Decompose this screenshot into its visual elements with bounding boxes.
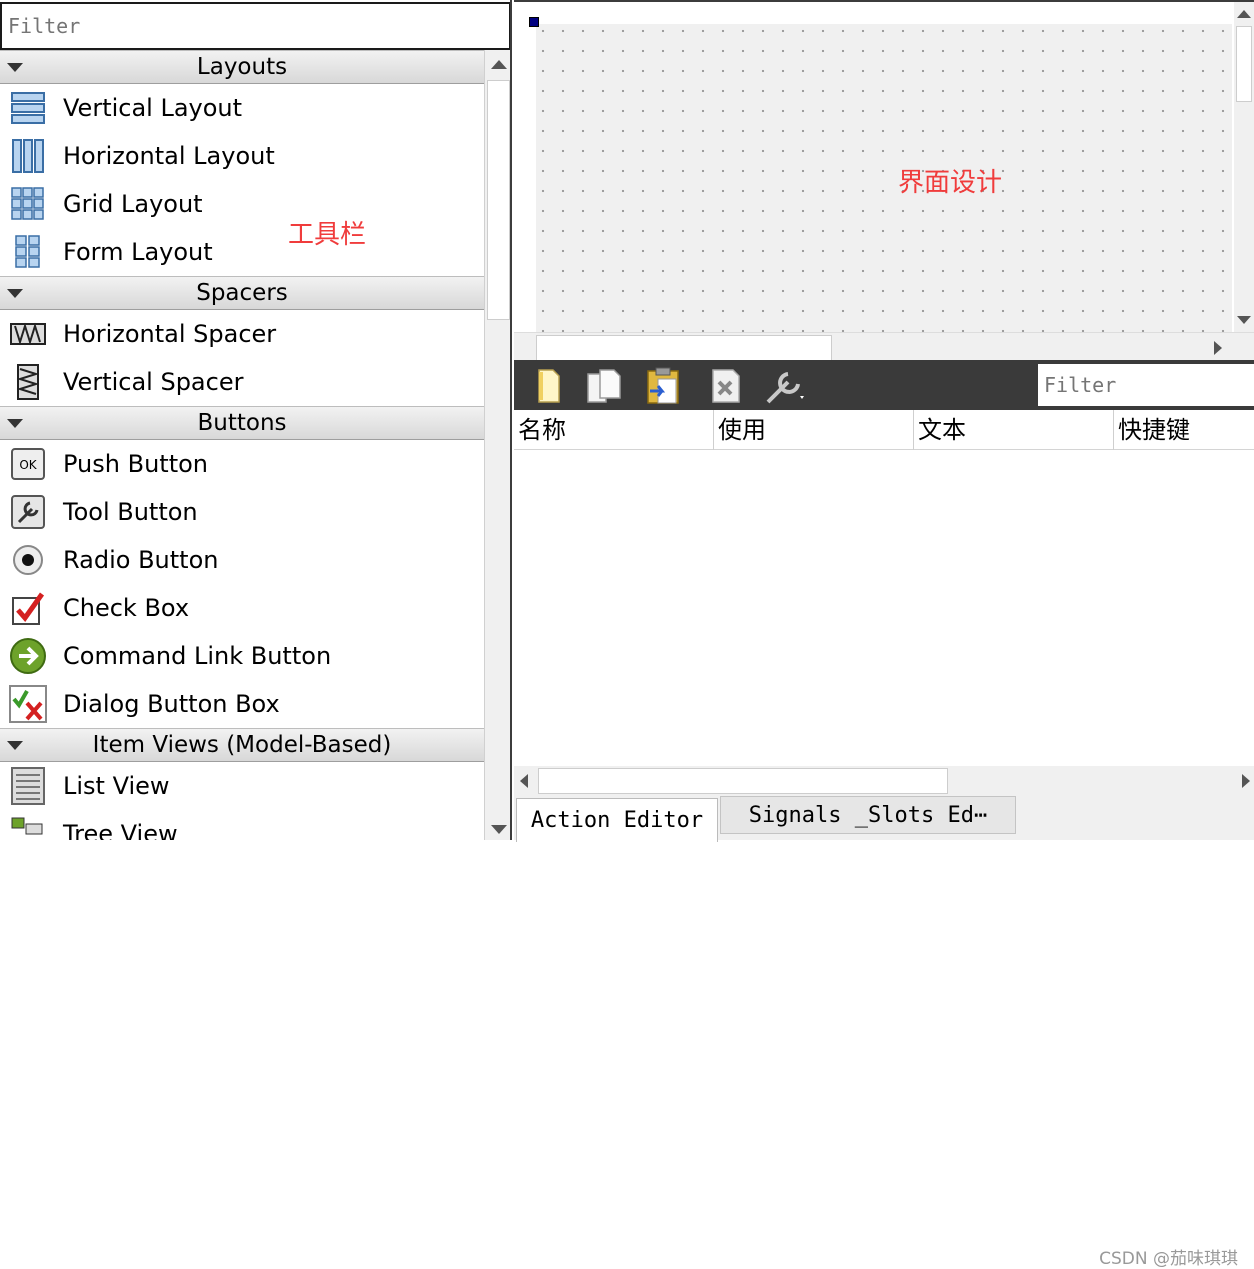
widget-command-link-button[interactable]: Command Link Button (0, 632, 484, 680)
scroll-right-arrow-icon[interactable] (1214, 341, 1222, 355)
scroll-down-arrow-icon[interactable] (1237, 316, 1251, 324)
tab-signals-slots-editor[interactable]: Signals _Slots Ed⋯ (720, 796, 1016, 834)
scroll-up-arrow-icon[interactable] (1237, 10, 1251, 18)
widget-tool-button[interactable]: Tool Button (0, 488, 484, 536)
collapse-arrow-icon[interactable] (7, 741, 23, 750)
scroll-right-arrow-icon[interactable] (1242, 774, 1250, 788)
widget-box: Layouts Vertical Layout Horizontal Layou… (0, 0, 512, 840)
category-item-views[interactable]: Item Views (Model-Based) (0, 728, 484, 762)
widget-vertical-spacer[interactable]: Vertical Spacer (0, 358, 484, 406)
push-button-icon: OK (9, 445, 47, 483)
column-header-shortcut[interactable]: 快捷键 (1114, 410, 1254, 450)
widget-label: Grid Layout (63, 190, 203, 218)
paste-action-icon[interactable] (644, 366, 684, 406)
scrollbar-thumb[interactable] (1236, 26, 1252, 102)
vertical-layout-icon (9, 89, 47, 127)
scrollbar-thumb[interactable] (536, 335, 832, 361)
category-title: Layouts (196, 54, 288, 80)
widget-label: Horizontal Spacer (63, 320, 277, 348)
vertical-spacer-icon (9, 363, 47, 401)
dialog-button-box-icon (9, 685, 47, 723)
widget-label: Command Link Button (63, 642, 332, 670)
category-layouts[interactable]: Layouts (0, 50, 484, 84)
widget-check-box[interactable]: Check Box (0, 584, 484, 632)
widget-dialog-button-box[interactable]: Dialog Button Box (0, 680, 484, 728)
category-title: Spacers (196, 280, 288, 306)
widget-grid-layout[interactable]: Grid Layout (0, 180, 484, 228)
column-header-used[interactable]: 使用 (714, 410, 914, 450)
category-spacers[interactable]: Spacers (0, 276, 484, 310)
column-header-name[interactable]: 名称 (514, 410, 714, 450)
form-canvas[interactable] (536, 24, 1232, 332)
action-table-header: 名称 使用 文本 快捷键 (514, 410, 1254, 450)
widget-tree-view[interactable]: Tree View (0, 810, 484, 840)
arrow-right-circle-icon (9, 637, 47, 675)
scrollbar-thumb[interactable] (538, 768, 948, 794)
widget-label: Check Box (63, 594, 190, 622)
bottom-tab-bar: Action Editor Signals _Slots Ed⋯ CSDN @茄… (514, 796, 1254, 1269)
form-layout-icon (9, 233, 47, 271)
scroll-down-arrow-icon[interactable] (491, 825, 507, 834)
tool-button-icon (9, 493, 47, 531)
radio-button-icon (9, 541, 47, 579)
selection-handle[interactable] (529, 17, 539, 27)
copy-action-icon[interactable] (584, 366, 624, 406)
watermark: CSDN @茄味琪琪 (1099, 1249, 1238, 1269)
widget-label: Form Layout (63, 238, 213, 266)
svg-text:OK: OK (19, 458, 37, 472)
column-header-text[interactable]: 文本 (914, 410, 1114, 450)
widget-form-layout[interactable]: Form Layout (0, 228, 484, 276)
widget-label: Tool Button (63, 498, 198, 526)
widget-label: Dialog Button Box (63, 690, 280, 718)
action-table-horizontal-scrollbar[interactable] (514, 766, 1254, 796)
collapse-arrow-icon[interactable] (7, 419, 23, 428)
category-title: Buttons (197, 410, 287, 436)
widget-filter-field[interactable] (0, 2, 510, 50)
toolbar-annotation: 工具栏 (288, 220, 367, 250)
design-horizontal-scrollbar[interactable] (514, 332, 1254, 362)
tree-view-icon (9, 815, 47, 840)
configure-wrench-icon[interactable] (764, 366, 804, 406)
tab-action-editor[interactable]: Action Editor (516, 798, 718, 842)
widget-box-scrollbar[interactable] (484, 50, 510, 840)
category-buttons[interactable]: Buttons (0, 406, 484, 440)
scrollbar-thumb[interactable] (487, 80, 510, 320)
collapse-arrow-icon[interactable] (7, 63, 23, 72)
horizontal-layout-icon (9, 137, 47, 175)
widget-label: Push Button (63, 450, 208, 478)
widget-label: Vertical Layout (63, 94, 243, 122)
collapse-arrow-icon[interactable] (7, 289, 23, 298)
grid-layout-icon (9, 185, 47, 223)
widget-label: Horizontal Layout (63, 142, 275, 170)
widget-list-view[interactable]: List View (0, 762, 484, 810)
widget-list: Layouts Vertical Layout Horizontal Layou… (0, 50, 484, 840)
widget-horizontal-layout[interactable]: Horizontal Layout (0, 132, 484, 180)
design-vertical-scrollbar[interactable] (1234, 2, 1254, 332)
action-editor-toolbar (514, 360, 1254, 410)
widget-filter-input[interactable] (2, 4, 509, 48)
list-view-icon (9, 767, 47, 805)
category-title: Item Views (Model-Based) (92, 732, 392, 758)
delete-action-icon[interactable] (706, 366, 746, 406)
widget-label: Vertical Spacer (63, 368, 244, 396)
widget-vertical-layout[interactable]: Vertical Layout (0, 84, 484, 132)
new-action-icon[interactable] (528, 366, 568, 406)
horizontal-spacer-icon (9, 315, 47, 353)
widget-label: List View (63, 772, 170, 800)
widget-push-button[interactable]: OK Push Button (0, 440, 484, 488)
design-annotation: 界面设计 (898, 168, 1003, 198)
widget-label: Tree View (63, 820, 178, 840)
widget-horizontal-spacer[interactable]: Horizontal Spacer (0, 310, 484, 358)
scroll-left-arrow-icon[interactable] (520, 774, 528, 788)
scroll-up-arrow-icon[interactable] (491, 60, 507, 69)
form-design-area: 界面设计 (514, 0, 1254, 362)
check-box-icon (9, 589, 47, 627)
action-filter-input[interactable] (1038, 364, 1254, 406)
action-editor-panel: 名称 使用 文本 快捷键 Action Editor Signals _Slot… (514, 360, 1254, 1269)
widget-radio-button[interactable]: Radio Button (0, 536, 484, 584)
widget-label: Radio Button (63, 546, 219, 574)
